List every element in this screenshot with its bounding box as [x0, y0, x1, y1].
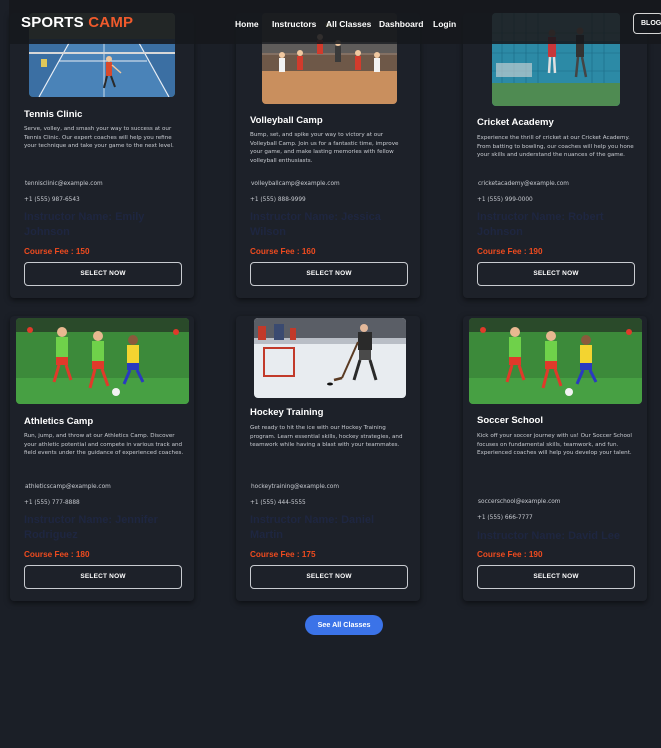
class-card-volleyball: Volleyball Camp Bump, set, and spike you…: [236, 13, 420, 298]
card-title: Soccer School: [477, 415, 543, 426]
card-phone: +1 (555) 999-0000: [477, 197, 533, 203]
card-fee: Course Fee : 190: [477, 247, 543, 256]
navbar: SPORTS CAMP Home Instructors All Classes…: [9, 0, 661, 44]
card-title: Hockey Training: [250, 407, 324, 418]
select-now-button[interactable]: SELECT NOW: [477, 565, 635, 589]
card-fee: Course Fee : 175: [250, 550, 316, 559]
card-title: Cricket Academy: [477, 117, 554, 128]
card-phone: +1 (555) 888-9999: [250, 197, 306, 203]
card-fee: Course Fee : 180: [24, 550, 90, 559]
select-now-button[interactable]: SELECT NOW: [24, 565, 182, 589]
select-now-button[interactable]: SELECT NOW: [250, 262, 408, 286]
card-email: hockeytraining@example.com: [251, 484, 339, 490]
card-phone: +1 (555) 666-7777: [477, 515, 533, 521]
class-card-soccer: Soccer School Kick off your soccer journ…: [463, 316, 647, 601]
card-fee: Course Fee : 190: [477, 550, 543, 559]
card-email: cricketacademy@example.com: [478, 181, 569, 187]
nav-link-home[interactable]: Home: [235, 19, 259, 29]
card-instructor: Instructor Name: Daniel Martin: [250, 514, 375, 541]
card-email: athleticscamp@example.com: [25, 484, 111, 490]
nav-link-all-classes[interactable]: All Classes: [326, 19, 371, 29]
card-description: Get ready to hit the ice with our Hockey…: [250, 425, 403, 449]
blog-button[interactable]: BLOG: [633, 13, 661, 34]
logo-text-sports: SPORTS: [21, 14, 84, 31]
kids-soccer-image: [16, 318, 189, 404]
card-description: Experience the thrill of cricket at our …: [477, 135, 634, 159]
card-email: volleyballcamp@example.com: [251, 181, 340, 187]
select-now-button[interactable]: SELECT NOW: [477, 262, 635, 286]
class-card-cricket: Cricket Academy Experience the thrill of…: [463, 13, 647, 298]
card-title: Tennis Clinic: [24, 109, 83, 120]
card-instructor: Instructor Name: David Lee: [477, 530, 621, 542]
card-title: Volleyball Camp: [250, 115, 323, 126]
select-now-button[interactable]: SELECT NOW: [24, 262, 182, 286]
hockey-rink-image: [254, 318, 406, 398]
see-all-classes-button[interactable]: See All Classes: [305, 615, 383, 635]
card-email: soccerschool@example.com: [478, 499, 561, 505]
nav-link-instructors[interactable]: Instructors: [272, 19, 316, 29]
nav-link-login[interactable]: Login: [433, 19, 456, 29]
nav-link-dashboard[interactable]: Dashboard: [379, 19, 423, 29]
card-title: Athletics Camp: [24, 416, 94, 427]
card-instructor: Instructor Name: Jennifer Rodriguez: [24, 514, 158, 541]
card-phone: +1 (555) 777-8888: [24, 500, 80, 506]
card-description: Kick off your soccer journey with us! Ou…: [477, 433, 632, 457]
card-phone: +1 (555) 444-5555: [250, 500, 306, 506]
logo[interactable]: SPORTS CAMP: [21, 14, 133, 31]
card-instructor: Instructor Name: Robert Johnson: [477, 211, 604, 238]
card-instructor: Instructor Name: Jessica Wilson: [250, 211, 381, 238]
card-description: Run, jump, and throw at our Athletics Ca…: [24, 433, 184, 457]
class-card-athletics: Athletics Camp Run, jump, and throw at o…: [10, 316, 194, 601]
select-now-button[interactable]: SELECT NOW: [250, 565, 408, 589]
kids-soccer-image: [469, 318, 642, 404]
card-email: tennisclinic@example.com: [25, 181, 103, 187]
card-description: Serve, volley, and smash your way to suc…: [24, 126, 174, 150]
card-phone: +1 (555) 987-6543: [24, 197, 80, 203]
card-description: Bump, set, and spike your way to victory…: [250, 132, 399, 164]
class-card-hockey: Hockey Training Get ready to hit the ice…: [236, 316, 420, 601]
card-fee: Course Fee : 150: [24, 247, 90, 256]
card-fee: Course Fee : 160: [250, 247, 316, 256]
card-instructor: Instructor Name: Emily Johnson: [24, 211, 145, 238]
class-card-tennis: Tennis Clinic Serve, volley, and smash y…: [10, 13, 194, 298]
logo-text-camp: CAMP: [88, 14, 134, 31]
